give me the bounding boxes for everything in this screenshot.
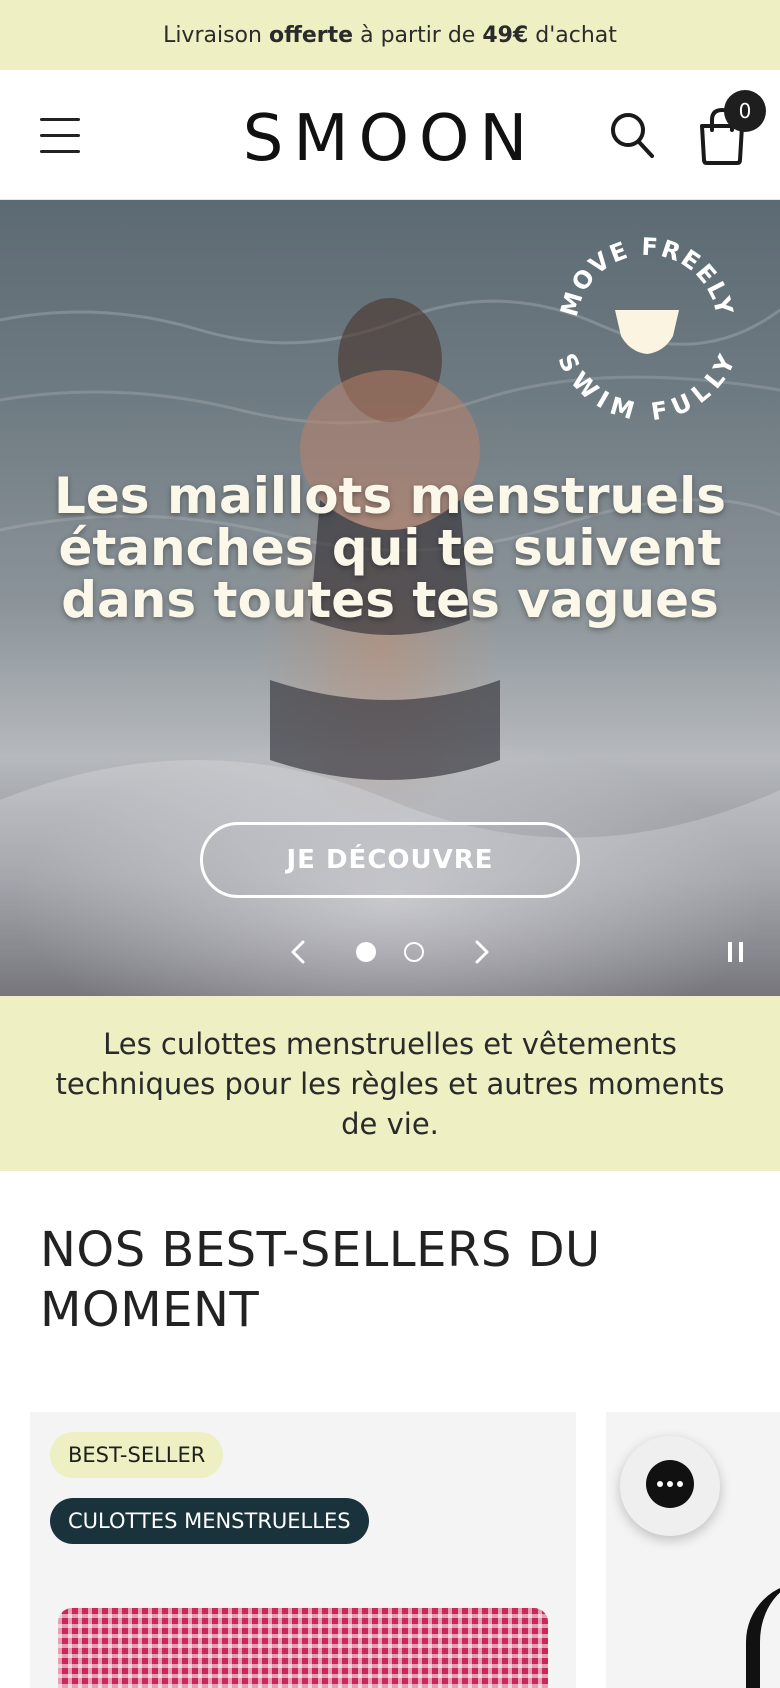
tagline-banner: Les culottes menstruelles et vêtements t…: [0, 996, 780, 1171]
product-image[interactable]: [58, 1608, 548, 1688]
chevron-left-icon[interactable]: [284, 936, 312, 968]
announcement-bold-offer: offerte: [268, 22, 354, 48]
slide-dot-2[interactable]: [404, 942, 424, 962]
svg-text:MOVE FREELY: MOVE FREELY: [555, 233, 739, 320]
product-image-next[interactable]: [746, 1582, 780, 1688]
search-icon[interactable]: [608, 110, 656, 162]
svg-text:SWIM FULLY: SWIM FULLY: [552, 349, 741, 420]
bestseller-badge: BEST-SELLER: [50, 1432, 224, 1478]
bestsellers-title: NOS BEST-SELLERS DU MOMENT: [40, 1222, 601, 1338]
badge-text-top: MOVE FREELY: [555, 233, 737, 320]
discover-button[interactable]: JE DÉCOUVRE: [200, 822, 580, 898]
chat-icon: [646, 1460, 694, 1508]
hero-title: Les maillots menstruels étanches qui te …: [54, 467, 726, 629]
announcement-prefix: Livraison: [163, 22, 269, 48]
cart-count-badge: 0: [724, 90, 766, 132]
hero-banner: MOVE FREELY SWIM FULLY Les maillots mens…: [0, 200, 780, 996]
announcement-middle: à partir de: [353, 22, 483, 48]
announcement-suffix: d'achat: [528, 22, 617, 48]
menu-icon[interactable]: [40, 118, 80, 154]
site-header: SMOON: [0, 70, 780, 200]
chat-button[interactable]: [620, 1436, 720, 1536]
site-logo[interactable]: SMOON: [230, 100, 550, 176]
chevron-right-icon[interactable]: [468, 936, 496, 968]
product-card[interactable]: BEST-SELLER CULOTTES MENSTRUELLES: [30, 1412, 576, 1688]
announcement-bar: Livraison offerte à partir de 49€ d'acha…: [0, 0, 780, 70]
slide-dot-1[interactable]: [356, 942, 376, 962]
move-freely-badge: MOVE FREELY SWIM FULLY: [552, 233, 741, 420]
pause-icon[interactable]: [726, 940, 746, 964]
tagline-text: Les culottes menstruelles et vêtements t…: [55, 1026, 725, 1141]
logo-text: SMOON: [243, 102, 537, 176]
announcement-bold-price: 49€: [482, 22, 529, 48]
badge-text-bottom: SWIM FULLY: [552, 349, 739, 420]
category-badge: CULOTTES MENSTRUELLES: [50, 1498, 369, 1544]
